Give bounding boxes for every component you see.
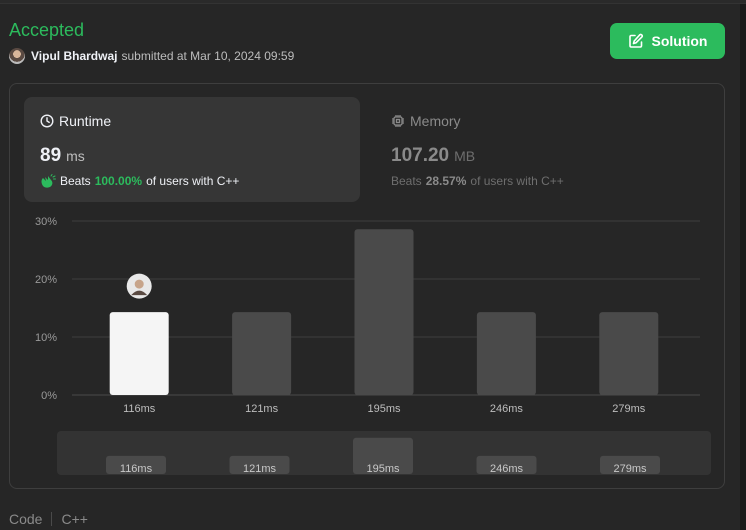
clapping-hands-icon	[41, 174, 56, 188]
tab-language[interactable]: C++	[61, 511, 87, 527]
memory-beats: Beats 28.57% of users with C++	[391, 174, 564, 188]
tab-code[interactable]: Code	[9, 511, 42, 527]
submitter-info: Vipul Bhardwaj submitted at Mar 10, 2024…	[9, 48, 294, 64]
tab-divider	[51, 512, 53, 526]
beats-suffix: of users with C++	[470, 174, 564, 188]
range-label: 116ms	[120, 463, 153, 475]
range-label: 279ms	[613, 463, 647, 475]
bar-195ms[interactable]	[354, 229, 414, 395]
runtime-value-row: 89 ms	[40, 145, 85, 167]
x-tick-label: 246ms	[490, 403, 524, 415]
range-label: 246ms	[490, 463, 524, 475]
y-tick-label: 0%	[41, 390, 57, 402]
x-tick-label: 195ms	[367, 403, 401, 415]
runtime-unit: ms	[66, 148, 85, 164]
runtime-metric[interactable]: Runtime 89 ms Beats 100.00% of users with…	[24, 97, 360, 202]
bar-116ms[interactable]	[109, 312, 169, 395]
y-tick-label: 10%	[35, 332, 57, 344]
x-tick-label: 116ms	[123, 403, 156, 415]
memory-header: Memory	[391, 113, 461, 129]
runtime-label: Runtime	[59, 113, 112, 129]
memory-value: 107.20	[391, 145, 450, 166]
solution-button[interactable]: Solution	[610, 23, 725, 59]
memory-label: Memory	[410, 113, 461, 129]
range-label: 121ms	[243, 463, 277, 475]
runtime-beats: Beats 100.00% of users with C++	[40, 174, 239, 188]
memory-metric[interactable]: Memory 107.20 MB Beats 28.57% of users wi…	[375, 97, 711, 202]
runtime-header: Runtime	[40, 113, 111, 129]
memory-beats-percent: 28.57%	[425, 174, 467, 188]
code-tabs: Code C++	[9, 511, 88, 527]
clock-icon	[40, 114, 54, 128]
solution-label: Solution	[651, 33, 708, 49]
y-tick-label: 20%	[35, 274, 57, 286]
bar-246ms[interactable]	[476, 312, 536, 395]
bar-279ms[interactable]	[599, 312, 659, 395]
memory-value-row: 107.20 MB	[391, 145, 475, 167]
x-tick-label: 279ms	[612, 403, 646, 415]
avatar-face	[134, 279, 144, 289]
submission-status: Accepted	[9, 20, 85, 40]
bar-121ms[interactable]	[232, 312, 292, 395]
runtime-beats-percent: 100.00%	[94, 174, 143, 188]
range-label: 195ms	[366, 463, 400, 475]
runtime-value: 89	[40, 145, 62, 166]
chip-icon	[392, 115, 404, 127]
beats-prefix: Beats	[391, 174, 422, 188]
submission-time: submitted at Mar 10, 2024 09:59	[121, 49, 295, 63]
y-tick-label: 30%	[35, 216, 57, 228]
avatar[interactable]	[9, 48, 25, 64]
beats-prefix: Beats	[60, 174, 91, 188]
edit-icon	[628, 33, 643, 48]
beats-suffix: of users with C++	[146, 174, 240, 188]
memory-unit: MB	[454, 148, 476, 164]
x-tick-label: 121ms	[245, 403, 279, 415]
author-link[interactable]: Vipul Bhardwaj	[31, 49, 117, 63]
